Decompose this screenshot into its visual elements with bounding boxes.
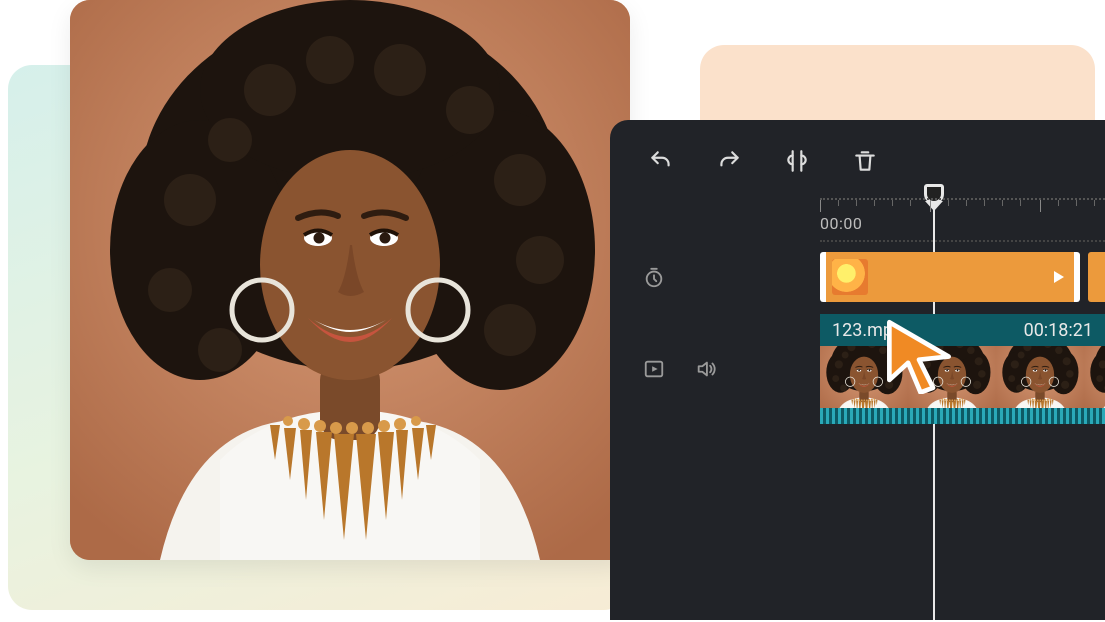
video-clip[interactable]: 123.mp 00:18:21 [820,314,1105,424]
clip-thumb [996,346,1084,408]
video-track-row: 123.mp 00:18:21 [610,314,1105,424]
ruler-time-label: 00:00 [820,214,862,233]
video-track-head [610,357,820,381]
split-icon[interactable] [784,148,810,174]
redo-icon[interactable] [716,148,742,174]
clip-timecode-label: 00:18:21 [1024,320,1093,341]
timer-icon[interactable] [642,266,666,290]
speaker-icon[interactable] [694,357,718,381]
arrow-right-icon [1054,271,1064,283]
effect-track-head [610,266,820,290]
timeline-editor-panel: 00:00 [610,120,1105,620]
effect-clip[interactable] [820,252,1080,302]
effect-track-row [610,242,1105,314]
timeline-tracks: 123.mp 00:18:21 [610,242,1105,424]
clip-thumb [820,346,908,408]
clip-thumb [908,346,996,408]
clip-waveform [820,408,1105,424]
undo-icon[interactable] [648,148,674,174]
clip-thumbnails [820,346,1105,408]
timeline-toolbar [610,120,1105,198]
preview-image [70,0,630,560]
trash-icon[interactable] [852,148,878,174]
effect-clip-thumb [832,259,868,295]
effect-clip-next[interactable] [1088,252,1105,302]
clip-thumb [1084,346,1105,408]
clip-filename-label: 123.mp [832,320,893,341]
play-box-icon[interactable] [642,357,666,381]
timeline-ruler[interactable]: 00:00 [820,198,1105,242]
